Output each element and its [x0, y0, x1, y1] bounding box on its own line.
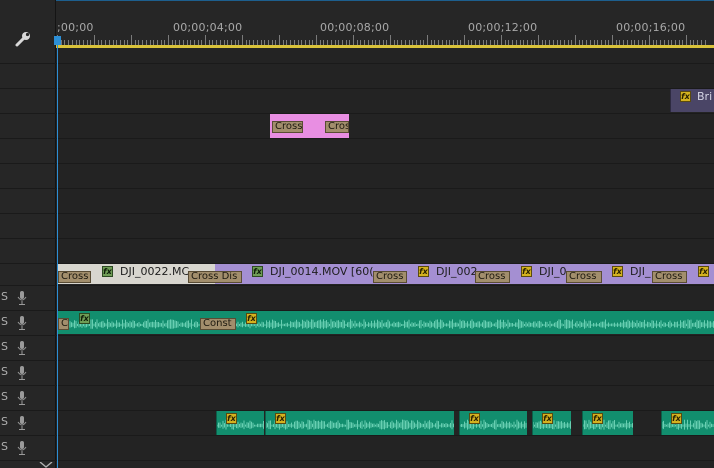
work-area-bar[interactable]	[56, 45, 714, 48]
transition-cross-dissolve[interactable]: Cross	[272, 121, 303, 133]
video-track-v4[interactable]	[0, 88, 714, 113]
wrench-icon[interactable]	[14, 30, 34, 48]
audio-clip-a6[interactable]: fx	[661, 411, 714, 435]
audio-clip-a6[interactable]: fx	[459, 411, 527, 435]
fx-badge: fx	[226, 413, 237, 424]
fx-badge: fx	[698, 266, 709, 277]
microphone-icon[interactable]	[17, 291, 27, 305]
zoom-handle-icon[interactable]	[39, 462, 53, 468]
track-label: S	[1, 440, 8, 453]
track-label: S	[1, 290, 8, 303]
audio-transition[interactable]: C	[58, 318, 69, 330]
clip-name: DJI_	[630, 265, 651, 278]
timeline-panel: ;00;00 00;00;04;00 00;00;08;00 00;00;12;…	[0, 0, 714, 468]
video-track-empty-1[interactable]	[0, 163, 714, 188]
video-track-v5[interactable]	[0, 63, 714, 88]
time-ruler[interactable]: ;00;00 00;00;04;00 00;00;08;00 00;00;12;…	[56, 0, 714, 48]
video-track-empty-3[interactable]	[0, 213, 714, 238]
audio-clip-a6[interactable]: fx	[582, 411, 633, 435]
clip-name: DJI_0022.MC	[120, 265, 190, 278]
video-track-v2[interactable]	[0, 138, 714, 163]
fx-badge: fx	[246, 313, 257, 324]
fx-badge: fx	[521, 266, 532, 277]
microphone-icon[interactable]	[17, 341, 27, 355]
clip-name: DJI_0	[539, 265, 567, 278]
microphone-icon[interactable]	[17, 416, 27, 430]
video-clip-pink[interactable]: Cross Cross	[270, 114, 349, 138]
playhead-line[interactable]	[57, 36, 58, 468]
audio-clip-a6[interactable]: fx	[532, 411, 571, 435]
audio-waveform	[266, 419, 454, 430]
ruler-tick-label: 00;00;12;00	[468, 21, 538, 34]
audio-waveform	[583, 419, 633, 430]
fx-badge: fx	[102, 266, 113, 277]
fx-badge: fx	[469, 413, 480, 424]
audio-clip-a2[interactable]: fx fx	[57, 311, 714, 334]
clip-name: DJI_002	[436, 265, 478, 278]
track-label: S	[1, 365, 8, 378]
fx-badge: fx	[542, 413, 553, 424]
track-label: S	[1, 415, 8, 428]
transition-cross-dissolve[interactable]: Cross	[652, 271, 687, 283]
fx-badge: fx	[592, 413, 603, 424]
microphone-icon[interactable]	[17, 366, 27, 380]
transition-cross-dissolve[interactable]: Cross Dis	[188, 271, 242, 283]
audio-track-a5[interactable]: S	[0, 385, 714, 410]
fx-badge: fx	[671, 413, 682, 424]
audio-track-footer	[0, 460, 714, 468]
fx-badge: fx	[275, 413, 286, 424]
microphone-icon[interactable]	[17, 391, 27, 405]
transition-cross-dissolve[interactable]: Cross	[373, 271, 407, 283]
fx-badge: fx	[612, 266, 623, 277]
fx-badge: fx	[680, 91, 691, 102]
transition-cross-dissolve[interactable]: Cross	[58, 271, 91, 283]
track-label: S	[1, 340, 8, 353]
clip-name: Bri	[697, 90, 713, 103]
fx-badge: fx	[418, 266, 429, 277]
video-track-v3[interactable]	[0, 113, 714, 138]
ruler-tick-label: ;00;00	[57, 21, 94, 34]
track-label: S	[1, 390, 8, 403]
audio-transition-constant-power[interactable]: Const	[200, 318, 236, 330]
playhead-handle[interactable]	[54, 36, 61, 45]
microphone-icon[interactable]	[17, 316, 27, 330]
video-track-empty-2[interactable]	[0, 188, 714, 213]
ruler-tick-label: 00;00;08;00	[320, 21, 390, 34]
audio-waveform	[217, 419, 264, 430]
video-track-empty-4[interactable]	[0, 238, 714, 263]
video-clip-bri[interactable]: fx Bri	[670, 89, 714, 112]
fx-badge: fx	[252, 266, 263, 277]
video-clip-dji-0014-group[interactable]: fx DJI_0014.MOV [60( fx DJI_002 fx DJI_0…	[215, 264, 714, 284]
audio-track-a1[interactable]: S	[0, 285, 714, 310]
audio-clip-a6[interactable]: fx	[216, 411, 264, 435]
audio-waveform	[58, 319, 714, 329]
audio-track-a4[interactable]: S	[0, 360, 714, 385]
transition-cross-dissolve[interactable]: Cross	[566, 271, 602, 283]
transition-cross-dissolve[interactable]: Cross	[325, 121, 349, 133]
audio-track-a7[interactable]: S	[0, 435, 714, 460]
transition-cross-dissolve[interactable]: Cross	[475, 271, 510, 283]
microphone-icon[interactable]	[17, 441, 27, 455]
clip-name: DJI_0014.MOV [60(	[270, 265, 374, 278]
ruler-tick-label: 00;00;04;00	[173, 21, 243, 34]
audio-waveform	[662, 419, 714, 430]
audio-track-a3[interactable]: S	[0, 335, 714, 360]
fx-badge: fx	[79, 313, 90, 324]
ruler-tick-label: 00;00;16;00	[616, 21, 686, 34]
audio-clip-a6[interactable]: fx	[265, 411, 454, 435]
track-label: S	[1, 315, 8, 328]
